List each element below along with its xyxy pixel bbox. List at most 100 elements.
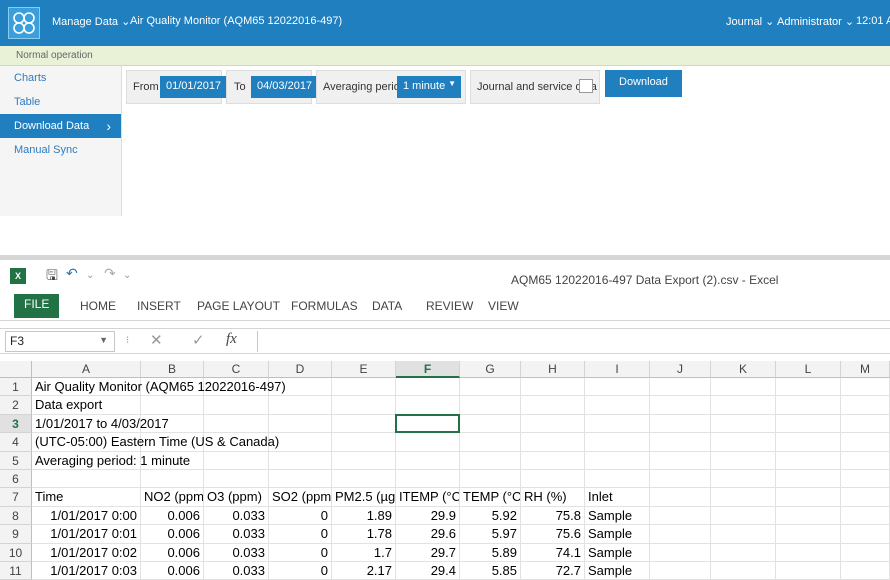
table-cell[interactable]: Sample (585, 543, 650, 562)
download-button[interactable]: Download (605, 70, 682, 97)
name-box[interactable]: F3 ▼ (5, 331, 115, 352)
table-cell[interactable]: 5.92 (460, 506, 521, 526)
table-cell[interactable]: 1.7 (332, 543, 396, 562)
table-cell[interactable]: 1.78 (332, 525, 396, 544)
app-logo-icon[interactable] (8, 7, 40, 39)
grid-cell[interactable] (711, 525, 776, 544)
grid-cell[interactable] (204, 414, 269, 434)
row-header[interactable]: 8 (0, 506, 32, 526)
row-header[interactable]: 10 (0, 543, 32, 562)
journal-service-checkbox[interactable] (579, 79, 593, 93)
save-icon[interactable]: 🖫 (46, 265, 58, 289)
table-cell[interactable]: 0 (269, 543, 332, 562)
tab-insert[interactable]: INSERT (137, 297, 181, 317)
sidebar-item-table[interactable]: Table (0, 90, 121, 114)
table-cell[interactable]: Data export (32, 396, 141, 415)
grid-cell[interactable] (332, 396, 396, 415)
grid-cell[interactable] (650, 543, 711, 562)
grid-cell[interactable] (396, 378, 460, 397)
grid-cell[interactable] (585, 414, 650, 434)
customize-toolbar-icon[interactable]: ⌄ (123, 270, 131, 281)
grid-cell[interactable] (841, 543, 890, 562)
column-header[interactable]: I (585, 361, 650, 378)
table-cell[interactable]: 0.033 (204, 506, 269, 526)
row-header[interactable]: 2 (0, 396, 32, 415)
table-cell[interactable]: 1/01/2017 to 4/03/2017 (32, 415, 169, 434)
tab-view[interactable]: VIEW (488, 297, 519, 317)
table-cell[interactable]: 29.7 (396, 543, 460, 562)
cancel-icon[interactable]: ✕ (150, 331, 163, 349)
grid-cell[interactable] (460, 378, 521, 397)
grid-cell[interactable] (521, 396, 585, 415)
grid-cell[interactable] (460, 433, 521, 452)
table-cell[interactable]: 1/01/2017 0:02 (32, 543, 141, 562)
grid-cell[interactable] (332, 433, 396, 452)
grid-cell[interactable] (332, 470, 396, 489)
table-cell[interactable]: 1/01/2017 0:00 (32, 506, 141, 526)
grid-cell[interactable] (776, 378, 841, 397)
journal-menu[interactable]: Journal ⌄ (726, 15, 774, 28)
table-cell[interactable]: 0 (269, 506, 332, 526)
grid-cell[interactable] (332, 378, 396, 397)
table-cell[interactable]: 1/01/2017 0:01 (32, 525, 141, 544)
column-header[interactable]: D (269, 361, 332, 378)
grid-cell[interactable] (460, 414, 521, 434)
enter-icon[interactable]: ✓ (192, 331, 205, 349)
column-header[interactable]: M (841, 361, 890, 378)
grid-cell[interactable] (841, 470, 890, 489)
to-date-input[interactable]: 04/03/2017 (251, 76, 319, 98)
grid-cell[interactable] (650, 396, 711, 415)
sidebar-item-download-data[interactable]: Download Data (0, 114, 121, 138)
grid-cell[interactable] (711, 562, 776, 580)
grid-cell[interactable] (650, 562, 711, 580)
grid-cell[interactable] (776, 451, 841, 470)
grid-cell[interactable] (776, 396, 841, 415)
column-header[interactable]: J (650, 361, 711, 378)
grid-cell[interactable] (711, 543, 776, 562)
table-cell[interactable]: 5.89 (460, 543, 521, 562)
grid-cell[interactable] (841, 433, 890, 452)
table-cell[interactable]: 0.033 (204, 562, 269, 580)
table-cell[interactable]: 0.033 (204, 543, 269, 562)
table-cell[interactable]: TEMP (°C) (460, 488, 521, 507)
grid-cell[interactable] (521, 414, 585, 434)
table-cell[interactable]: Sample (585, 525, 650, 544)
table-cell[interactable]: 0.006 (141, 506, 204, 526)
grid-cell[interactable] (711, 378, 776, 397)
table-cell[interactable]: PM2.5 (µg (332, 488, 396, 507)
row-header[interactable]: 6 (0, 470, 32, 489)
table-cell[interactable]: 1.89 (332, 506, 396, 526)
grid-cell[interactable] (460, 396, 521, 415)
table-cell[interactable]: Sample (585, 562, 650, 580)
grid-cell[interactable] (141, 396, 204, 415)
grid-cell[interactable] (269, 451, 332, 470)
table-cell[interactable]: Sample (585, 506, 650, 526)
grid-cell[interactable] (841, 414, 890, 434)
grid-cell[interactable] (585, 470, 650, 489)
tab-review[interactable]: REVIEW (426, 297, 473, 317)
table-cell[interactable]: RH (%) (521, 488, 585, 507)
grid-cell[interactable] (204, 396, 269, 415)
grid-cell[interactable] (460, 451, 521, 470)
table-cell[interactable]: 0.033 (204, 525, 269, 544)
tab-page-layout[interactable]: PAGE LAYOUT (197, 297, 280, 317)
grid-cell[interactable] (711, 396, 776, 415)
table-cell[interactable]: 0.006 (141, 562, 204, 580)
grid-cell[interactable] (776, 433, 841, 452)
table-cell[interactable]: 29.4 (396, 562, 460, 580)
table-cell[interactable]: Air Quality Monitor (AQM65 12022016-497) (32, 378, 286, 397)
table-cell[interactable]: Inlet (585, 488, 650, 507)
table-cell[interactable]: 72.7 (521, 562, 585, 580)
grid-cell[interactable] (776, 562, 841, 580)
table-cell[interactable]: 29.9 (396, 506, 460, 526)
row-header[interactable]: 9 (0, 525, 32, 544)
grid-cell[interactable] (711, 470, 776, 489)
grid-cell[interactable] (650, 451, 711, 470)
user-menu[interactable]: Administrator ⌄ (777, 15, 854, 28)
column-header[interactable]: A (32, 361, 141, 378)
row-header[interactable]: 3 (0, 414, 32, 434)
chevron-down-icon[interactable]: ▼ (99, 335, 108, 345)
table-cell[interactable]: 1/01/2017 0:03 (32, 562, 141, 580)
tab-data[interactable]: DATA (372, 297, 402, 317)
grid-cell[interactable] (521, 451, 585, 470)
